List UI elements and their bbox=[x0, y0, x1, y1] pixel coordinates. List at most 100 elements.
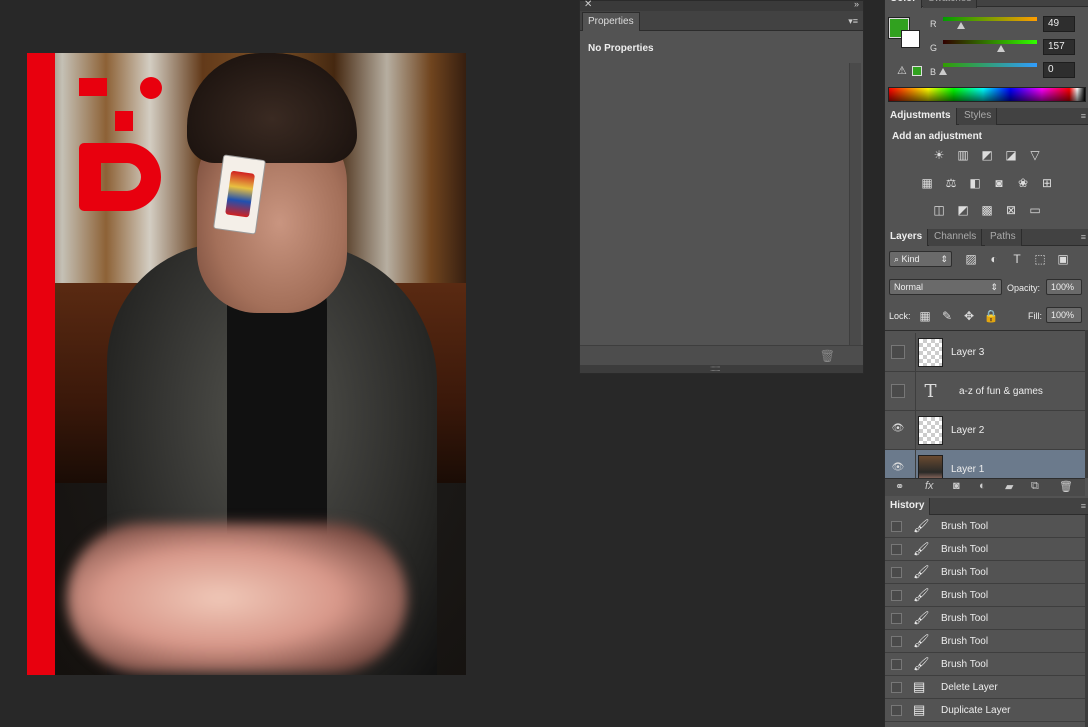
history-source-checkbox[interactable] bbox=[891, 636, 902, 647]
collapse-icon[interactable]: » bbox=[854, 0, 859, 9]
layer-filter-kind-select[interactable]: ⌕ Kind ⇕ bbox=[889, 251, 952, 267]
panel-menu-icon[interactable]: ▾≡ bbox=[848, 16, 858, 27]
tab-adjustments[interactable]: Adjustments bbox=[885, 108, 957, 125]
brush-icon: 🖌 bbox=[913, 656, 930, 671]
slider-g[interactable] bbox=[943, 40, 1037, 44]
lock-position-icon[interactable]: ✥ bbox=[961, 309, 977, 323]
history-item[interactable]: ▤ Delete Layer bbox=[885, 676, 1085, 699]
add-mask-icon[interactable]: ◙ bbox=[953, 480, 960, 492]
history-item[interactable]: 🖌 Brush Tool bbox=[885, 653, 1085, 676]
lock-image-icon[interactable]: ✎ bbox=[939, 309, 955, 323]
filter-shape-icon[interactable]: ⬚ bbox=[1032, 252, 1048, 266]
history-item[interactable]: 🖌 Brush Tool bbox=[885, 538, 1085, 561]
link-layers-icon[interactable]: ⚭ bbox=[895, 480, 904, 493]
tab-paths[interactable]: Paths bbox=[985, 229, 1022, 246]
posterize-icon[interactable]: ◩ bbox=[955, 203, 971, 217]
history-source-checkbox[interactable] bbox=[891, 613, 902, 624]
new-layer-icon[interactable]: ⧉ bbox=[1031, 480, 1039, 493]
tab-color[interactable]: Color bbox=[885, 0, 923, 8]
filter-pixel-icon[interactable]: ▨ bbox=[963, 252, 979, 266]
slider-b[interactable] bbox=[943, 63, 1037, 67]
layer-name[interactable]: Layer 3 bbox=[951, 347, 984, 358]
history-item[interactable]: 🖌 Brush Tool bbox=[885, 515, 1085, 538]
layer-row-selected[interactable]: 👁 Layer 1 bbox=[885, 450, 1085, 478]
fx-icon[interactable]: fx bbox=[925, 480, 934, 492]
blend-mode-select[interactable]: Normal ⇕ bbox=[889, 279, 1002, 295]
history-item[interactable]: ▤ Duplicate Layer bbox=[885, 699, 1085, 722]
brightness-contrast-icon[interactable]: ☀ bbox=[931, 148, 947, 162]
layer-row[interactable]: 👁 Layer 2 bbox=[885, 411, 1085, 450]
layer-name[interactable]: a-z of fun & games bbox=[959, 386, 1043, 397]
history-item[interactable]: 🖌 Brush Tool bbox=[885, 607, 1085, 630]
color-balance-icon[interactable]: ⚖ bbox=[943, 176, 959, 190]
trash-icon[interactable]: 🗑 bbox=[820, 349, 835, 363]
background-color-swatch[interactable] bbox=[901, 30, 920, 48]
photo-filter-icon[interactable]: ◙ bbox=[991, 176, 1007, 190]
value-g-field[interactable]: 157 bbox=[1043, 39, 1075, 55]
layer-row[interactable]: Layer 3 bbox=[885, 333, 1085, 372]
slider-r[interactable] bbox=[943, 17, 1037, 21]
lock-all-icon[interactable]: 🔒 bbox=[983, 309, 999, 323]
hue-saturation-icon[interactable]: ▦ bbox=[919, 176, 935, 190]
layer-name[interactable]: Layer 1 bbox=[951, 464, 984, 475]
warning-icon[interactable]: ⚠ bbox=[897, 64, 907, 77]
slider-b-thumb[interactable] bbox=[939, 68, 947, 75]
new-group-icon[interactable]: ▰ bbox=[1005, 480, 1013, 493]
tab-swatches[interactable]: Swatches bbox=[923, 0, 978, 8]
opacity-field[interactable]: 100% bbox=[1046, 279, 1082, 295]
lock-transparent-icon[interactable]: ▦ bbox=[917, 309, 933, 323]
new-adjustment-layer-icon[interactable]: ◐ bbox=[979, 480, 986, 492]
color-spectrum-bar[interactable] bbox=[888, 87, 1086, 102]
history-item[interactable]: 🖌 Brush Tool bbox=[885, 561, 1085, 584]
panel-titlebar[interactable]: ✕ » bbox=[580, 0, 863, 11]
invert-icon[interactable]: ◫ bbox=[931, 203, 947, 217]
gradient-map-icon[interactable]: ▭ bbox=[1027, 203, 1043, 217]
filter-type-icon[interactable]: T bbox=[1009, 252, 1025, 266]
channel-mixer-icon[interactable]: ❀ bbox=[1015, 176, 1031, 190]
slider-g-thumb[interactable] bbox=[997, 45, 1005, 52]
threshold-icon[interactable]: ▩ bbox=[979, 203, 995, 217]
history-item[interactable]: 🖌 Brush Tool bbox=[885, 630, 1085, 653]
websafe-swatch[interactable] bbox=[912, 66, 922, 76]
visibility-toggle[interactable] bbox=[891, 345, 905, 359]
exposure-icon[interactable]: ◪ bbox=[1003, 148, 1019, 162]
panel-menu-icon[interactable]: ≡ bbox=[1081, 501, 1086, 511]
delete-layer-icon[interactable]: 🗑 bbox=[1059, 480, 1073, 493]
filter-smartobject-icon[interactable]: ▣ bbox=[1055, 252, 1071, 266]
curves-icon[interactable]: ◩ bbox=[979, 148, 995, 162]
history-source-checkbox[interactable] bbox=[891, 682, 902, 693]
fill-field[interactable]: 100% bbox=[1046, 307, 1082, 323]
selective-color-icon[interactable]: ⊠ bbox=[1003, 203, 1019, 217]
tab-channels[interactable]: Channels bbox=[929, 229, 983, 246]
panel-menu-icon[interactable]: ≡ bbox=[1081, 232, 1086, 242]
resize-grip[interactable]: :::::::: bbox=[580, 364, 863, 373]
panel-menu-icon[interactable]: ≡ bbox=[1081, 111, 1086, 121]
properties-scrollbar[interactable] bbox=[849, 63, 861, 346]
black-white-icon[interactable]: ◧ bbox=[967, 176, 983, 190]
history-source-checkbox[interactable] bbox=[891, 705, 902, 716]
eye-icon[interactable]: 👁 bbox=[891, 462, 905, 476]
close-icon[interactable]: ✕ bbox=[584, 0, 592, 10]
tab-layers[interactable]: Layers bbox=[885, 229, 929, 246]
slider-r-thumb[interactable] bbox=[957, 22, 965, 29]
filter-adjustment-icon[interactable]: ◐ bbox=[986, 252, 1002, 266]
document-canvas[interactable] bbox=[27, 53, 466, 675]
history-item[interactable]: 🖌 Brush Tool bbox=[885, 584, 1085, 607]
levels-icon[interactable]: ▥ bbox=[955, 148, 971, 162]
value-r-field[interactable]: 49 bbox=[1043, 16, 1075, 32]
visibility-toggle[interactable] bbox=[891, 384, 905, 398]
history-source-checkbox[interactable] bbox=[891, 659, 902, 670]
layer-name[interactable]: Layer 2 bbox=[951, 425, 984, 436]
vibrance-icon[interactable]: ▽ bbox=[1027, 148, 1043, 162]
tab-history[interactable]: History bbox=[885, 498, 931, 515]
tab-styles[interactable]: Styles bbox=[959, 108, 998, 125]
layer-row[interactable]: T a-z of fun & games bbox=[885, 372, 1085, 411]
color-lookup-icon[interactable]: ⊞ bbox=[1039, 176, 1055, 190]
eye-icon[interactable]: 👁 bbox=[891, 423, 905, 437]
history-source-checkbox[interactable] bbox=[891, 567, 902, 578]
history-source-checkbox[interactable] bbox=[891, 590, 902, 601]
tab-properties[interactable]: Properties bbox=[582, 12, 640, 31]
history-source-checkbox[interactable] bbox=[891, 521, 902, 532]
history-source-checkbox[interactable] bbox=[891, 544, 902, 555]
value-b-field[interactable]: 0 bbox=[1043, 62, 1075, 78]
